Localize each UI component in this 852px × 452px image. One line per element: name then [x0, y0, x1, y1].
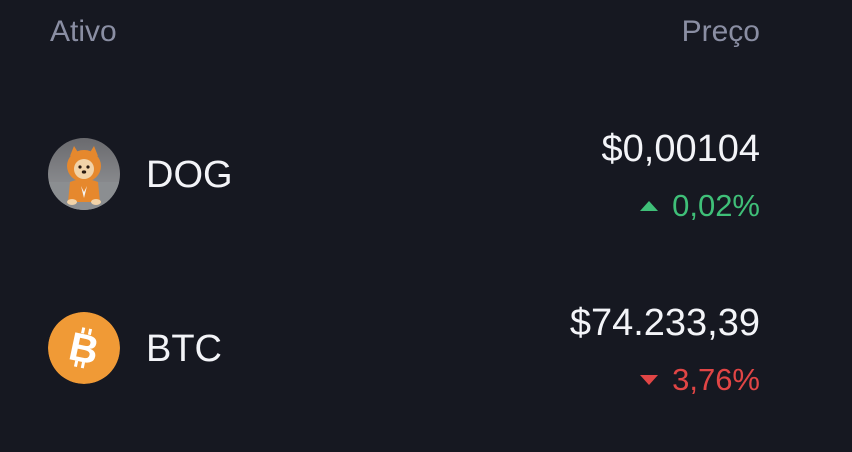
price-change: 3,76% [640, 360, 760, 400]
asset-row-dog[interactable]: DOG $0,00104 0,02% [0, 118, 852, 238]
down-arrow-icon [640, 375, 659, 385]
dog-avatar-icon [48, 138, 120, 210]
price-change-value: 3,76% [672, 362, 760, 397]
asset-list: Ativo Preço DOG $0,00104 0,02% B BTC $74… [0, 0, 852, 452]
asset-symbol: DOG [146, 154, 233, 196]
asset-symbol: BTC [146, 328, 222, 370]
asset-price: $0,00104 [601, 128, 761, 170]
price-change-value: 0,02% [672, 188, 760, 223]
price-change: 0,02% [640, 186, 760, 226]
bitcoin-icon: B [48, 312, 120, 384]
price-column-header: Preço [681, 15, 760, 48]
up-arrow-icon [640, 201, 659, 211]
asset-column-header: Ativo [50, 15, 117, 48]
asset-price: $74.233,39 [569, 302, 760, 344]
asset-row-btc[interactable]: B BTC $74.233,39 3,76% [0, 292, 852, 412]
